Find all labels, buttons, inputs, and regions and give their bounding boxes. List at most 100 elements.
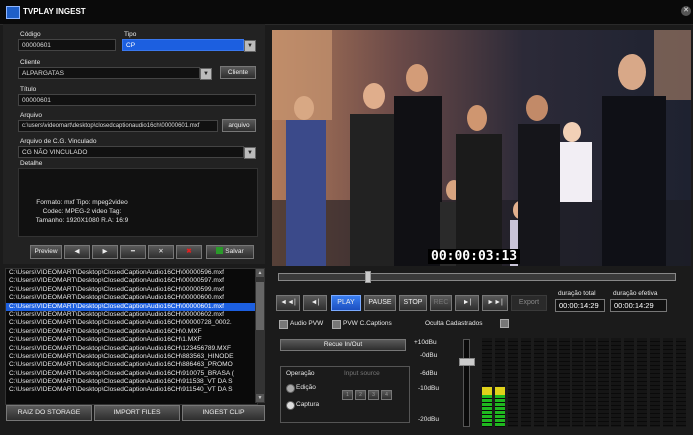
cliente-select[interactable]: ALPARGATAS [18, 67, 200, 79]
video-frame-image [272, 30, 691, 266]
audio-meter-channel [533, 338, 545, 427]
codigo-field[interactable]: 00000601 [18, 39, 116, 51]
save-button[interactable]: Salvar [206, 245, 254, 259]
input-source-3[interactable]: 3 [368, 390, 379, 400]
titulo-field[interactable]: 00000601 [18, 94, 256, 106]
audio-meter-channel [598, 338, 609, 427]
recue-button[interactable]: Recue In/Out [280, 339, 406, 351]
file-list-item[interactable]: C:\Users\VIDEOMART\Desktop\ClosedCaption… [6, 286, 257, 294]
pvw-cc-label: PVW C.Captions [343, 320, 392, 327]
media-format: Formato: mxf Tipo: mpeg2video [36, 199, 128, 206]
file-list-item[interactable]: C:\Users\VIDEOMART\Desktop\ClosedCaption… [6, 311, 257, 319]
arquivo-button[interactable]: arquivo [222, 119, 256, 132]
file-list[interactable]: C:\Users\VIDEOMART\Desktop\ClosedCaption… [5, 268, 258, 405]
video-preview [272, 30, 691, 266]
meter-level-yellow [482, 386, 493, 395]
file-list-item[interactable]: C:\Users\VIDEOMART\Desktop\ClosedCaption… [6, 269, 257, 277]
audio-meter-channel [675, 338, 686, 427]
ingest-clip-button[interactable]: INGEST CLIP [182, 405, 265, 421]
play-button[interactable]: PLAY [331, 295, 361, 311]
codigo-label: Código [20, 31, 41, 38]
cliente-button[interactable]: Cliente [220, 66, 256, 79]
import-files-button[interactable]: IMPORT FILES [94, 405, 180, 421]
file-list-item[interactable]: C:\Users\VIDEOMART\Desktop\ClosedCaption… [6, 345, 257, 353]
timeline-scrubber[interactable] [365, 271, 372, 283]
audio-pvw-label: Audio PVW [290, 320, 324, 327]
edicao-radio[interactable] [286, 384, 295, 393]
fader-track[interactable] [463, 339, 470, 427]
chevron-down-icon[interactable]: ▼ [244, 147, 256, 159]
file-list-item[interactable]: C:\Users\VIDEOMART\Desktop\ClosedCaption… [6, 319, 257, 327]
file-list-item[interactable]: C:\Users\VIDEOMART\Desktop\ClosedCaption… [6, 353, 257, 361]
audio-meter-channel [649, 338, 661, 427]
file-list-item[interactable]: C:\Users\VIDEOMART\Desktop\ClosedCaption… [6, 302, 257, 311]
file-list-item[interactable]: C:\Users\VIDEOMART\Desktop\ClosedCaption… [6, 336, 257, 344]
step-forward-button[interactable]: ►| [455, 295, 479, 311]
meter-level-green [482, 394, 493, 427]
audio-meter-channel [572, 338, 583, 427]
rewind-button[interactable]: ◄◄| [276, 295, 300, 311]
save-icon [216, 247, 224, 254]
scroll-thumb[interactable] [256, 282, 264, 330]
raiz-storage-button[interactable]: RAIZ DO STORAGE [6, 405, 92, 421]
fast-forward-button[interactable]: ►►| [482, 295, 508, 311]
file-list-item[interactable]: C:\Users\VIDEOMART\Desktop\ClosedCaption… [6, 378, 257, 386]
save-label: Salvar [225, 248, 244, 255]
chevron-down-icon[interactable]: ▼ [244, 40, 256, 52]
prev-button[interactable]: ◀ [64, 245, 90, 259]
file-list-item[interactable]: C:\Users\VIDEOMART\Desktop\ClosedCaption… [6, 386, 257, 394]
duracao-efetiva-label: duração efetiva [613, 290, 658, 297]
file-list-item[interactable]: C:\Users\VIDEOMART\Desktop\ClosedCaption… [6, 370, 257, 378]
scroll-up-icon[interactable]: ▲ [256, 269, 264, 277]
tipo-select[interactable]: CP [122, 39, 244, 51]
file-list-item[interactable]: C:\Users\VIDEOMART\Desktop\ClosedCaption… [6, 294, 257, 302]
audio-meter-channel [636, 338, 648, 427]
preview-button[interactable]: Preview [30, 245, 62, 259]
input-source-1[interactable]: 1 [342, 390, 353, 400]
file-list-item[interactable]: C:\Users\VIDEOMART\Desktop\ClosedCaption… [6, 361, 257, 369]
media-size: Tamanho: 1920X1080 R.A: 16:9 [35, 217, 129, 224]
db-label-10: -10dBu [418, 385, 439, 392]
remove-button[interactable]: ━ [120, 245, 146, 259]
stop-button[interactable]: STOP [399, 295, 427, 311]
input-source-2[interactable]: 2 [355, 390, 366, 400]
cliente-label: Cliente [20, 59, 41, 66]
media-codec: Codec: MPEG-2 video Tag: [42, 208, 122, 215]
edicao-label: Edição [296, 384, 316, 391]
audio-meter-channel [611, 338, 622, 427]
arquivo-field[interactable]: c:\users\videomart\desktop\closedcaption… [18, 120, 218, 132]
arquivo-label: Arquivo [20, 112, 43, 119]
cg-select[interactable]: CG NÃO VINCULADO [18, 146, 244, 158]
pvw-cc-checkbox[interactable] [332, 320, 341, 329]
duracao-total-label: duração total [558, 290, 596, 297]
media-info: Formato: mxf Tipo: mpeg2video Codec: MPE… [22, 198, 142, 234]
arrow-right-icon: ▶ [102, 248, 108, 255]
db-label-20: -20dBu [418, 416, 439, 423]
pause-button[interactable]: PAUSE [364, 295, 396, 311]
input-source-4[interactable]: 4 [381, 390, 392, 400]
audio-pvw-checkbox[interactable] [279, 320, 288, 329]
db-label-0: -0dBu [420, 352, 438, 359]
timecode-display: 00:00:03:13 [428, 249, 521, 264]
audio-meter-channel [494, 338, 506, 427]
oculta-checkbox[interactable] [500, 319, 509, 328]
timeline-track[interactable] [278, 273, 676, 281]
delete-button[interactable]: ✖ [176, 245, 202, 259]
operacao-label: Operação [286, 370, 315, 377]
db-label-plus10: +10dBu [414, 339, 437, 346]
next-button[interactable]: ▶ [92, 245, 118, 259]
fader-knob[interactable] [459, 357, 475, 366]
captura-radio[interactable] [286, 401, 295, 410]
step-back-button[interactable]: ◄| [303, 295, 327, 311]
scroll-down-icon[interactable]: ▼ [256, 394, 264, 402]
export-button[interactable]: Export [511, 295, 547, 311]
app-title: TVPLAY INGEST [23, 7, 86, 16]
cancel-button[interactable]: ✕ [148, 245, 174, 259]
title-bar [0, 0, 693, 25]
chevron-down-icon[interactable]: ▼ [200, 68, 212, 80]
close-icon[interactable]: ✕ [681, 6, 691, 16]
file-list-item[interactable]: C:\Users\VIDEOMART\Desktop\ClosedCaption… [6, 277, 257, 285]
x-icon: ✕ [158, 248, 164, 255]
file-list-item[interactable]: C:\Users\VIDEOMART\Desktop\ClosedCaption… [6, 328, 257, 336]
rec-button[interactable]: REC [430, 295, 452, 311]
